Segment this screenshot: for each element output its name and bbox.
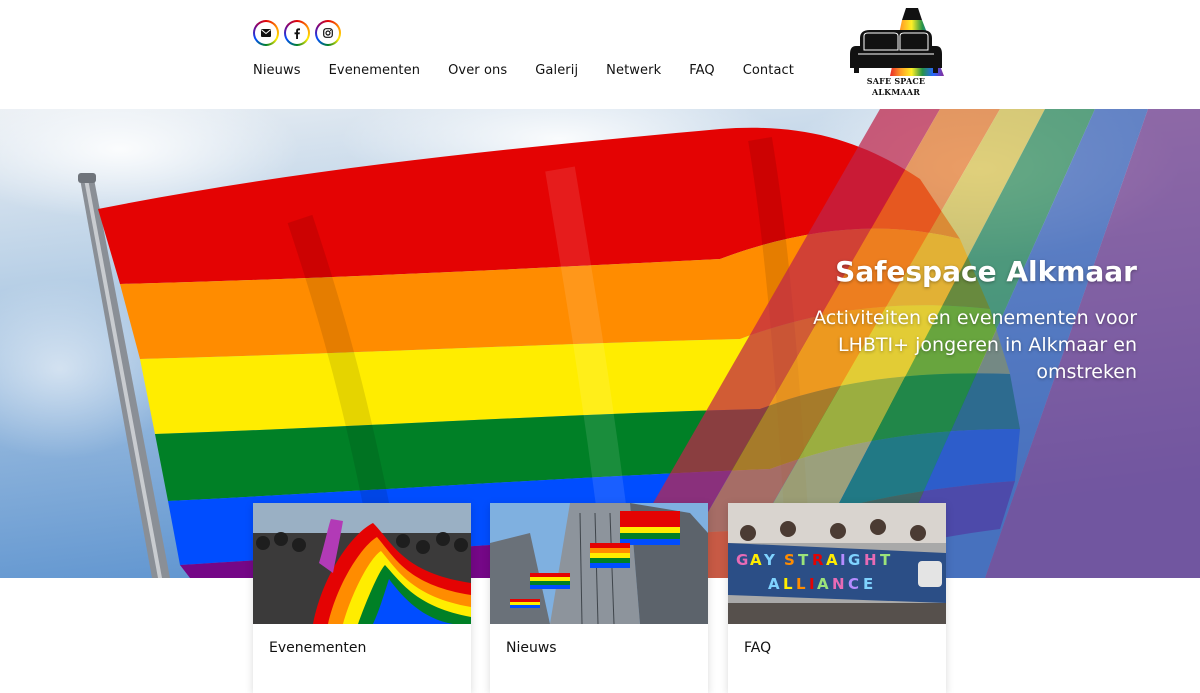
hero-title: Safespace Alkmaar bbox=[835, 255, 1137, 288]
nav-item-contact[interactable]: Contact bbox=[743, 63, 794, 78]
card-title: Nieuws bbox=[506, 640, 557, 656]
nav-item-netwerk[interactable]: Netwerk bbox=[606, 63, 661, 78]
nav-item-nieuws[interactable]: Nieuws bbox=[253, 63, 301, 78]
svg-text:C: C bbox=[848, 575, 859, 593]
svg-text:L: L bbox=[783, 575, 793, 593]
email-icon[interactable] bbox=[253, 20, 279, 46]
nav-item-faq[interactable]: FAQ bbox=[689, 63, 714, 78]
svg-text:A: A bbox=[817, 575, 829, 593]
logo-text-line1: SAFE SPACE bbox=[866, 76, 926, 86]
facebook-icon[interactable] bbox=[284, 20, 310, 46]
main-nav: Nieuws Evenementen Over ons Galerij Netw… bbox=[253, 63, 822, 78]
svg-text:A: A bbox=[750, 551, 762, 569]
card-evenementen[interactable]: Evenementen bbox=[253, 503, 471, 693]
site-logo[interactable]: SAFE SPACE ALKMAAR bbox=[846, 6, 946, 102]
svg-text:S: S bbox=[784, 551, 795, 569]
svg-text:R: R bbox=[812, 551, 824, 569]
card-title: FAQ bbox=[744, 640, 772, 656]
svg-text:A: A bbox=[768, 575, 780, 593]
card-faq[interactable]: G A Y S T R A I G H T A L L I A N C E FA… bbox=[728, 503, 946, 693]
card-title: Evenementen bbox=[269, 640, 367, 656]
site-header: Nieuws Evenementen Over ons Galerij Netw… bbox=[0, 0, 1200, 109]
sofa-logo-icon bbox=[850, 8, 944, 76]
svg-text:T: T bbox=[880, 551, 891, 569]
svg-text:E: E bbox=[863, 575, 873, 593]
gay-straight-alliance-banner-photo: G A Y S T R A I G H T A L L I A N C E bbox=[728, 503, 946, 624]
svg-text:N: N bbox=[832, 575, 845, 593]
hero-subtitle: Activiteiten en evenementen voor LHBTI+ … bbox=[813, 307, 1137, 383]
svg-text:A: A bbox=[826, 551, 838, 569]
nav-item-over-ons[interactable]: Over ons bbox=[448, 63, 507, 78]
logo-text-line2: ALKMAAR bbox=[871, 87, 921, 97]
nav-item-galerij[interactable]: Galerij bbox=[535, 63, 578, 78]
svg-text:Y: Y bbox=[763, 551, 776, 569]
svg-text:I: I bbox=[809, 575, 815, 593]
rainbow-flags-skyscrapers-photo bbox=[490, 503, 708, 624]
nav-item-evenementen[interactable]: Evenementen bbox=[329, 63, 420, 78]
svg-text:I: I bbox=[840, 551, 846, 569]
social-links bbox=[253, 20, 341, 46]
svg-text:H: H bbox=[864, 551, 877, 569]
svg-text:T: T bbox=[798, 551, 809, 569]
svg-text:L: L bbox=[796, 575, 806, 593]
card-nieuws[interactable]: Nieuws bbox=[490, 503, 708, 693]
pride-crowd-photo bbox=[253, 503, 471, 624]
svg-text:G: G bbox=[736, 551, 748, 569]
svg-text:G: G bbox=[848, 551, 860, 569]
instagram-icon[interactable] bbox=[315, 20, 341, 46]
